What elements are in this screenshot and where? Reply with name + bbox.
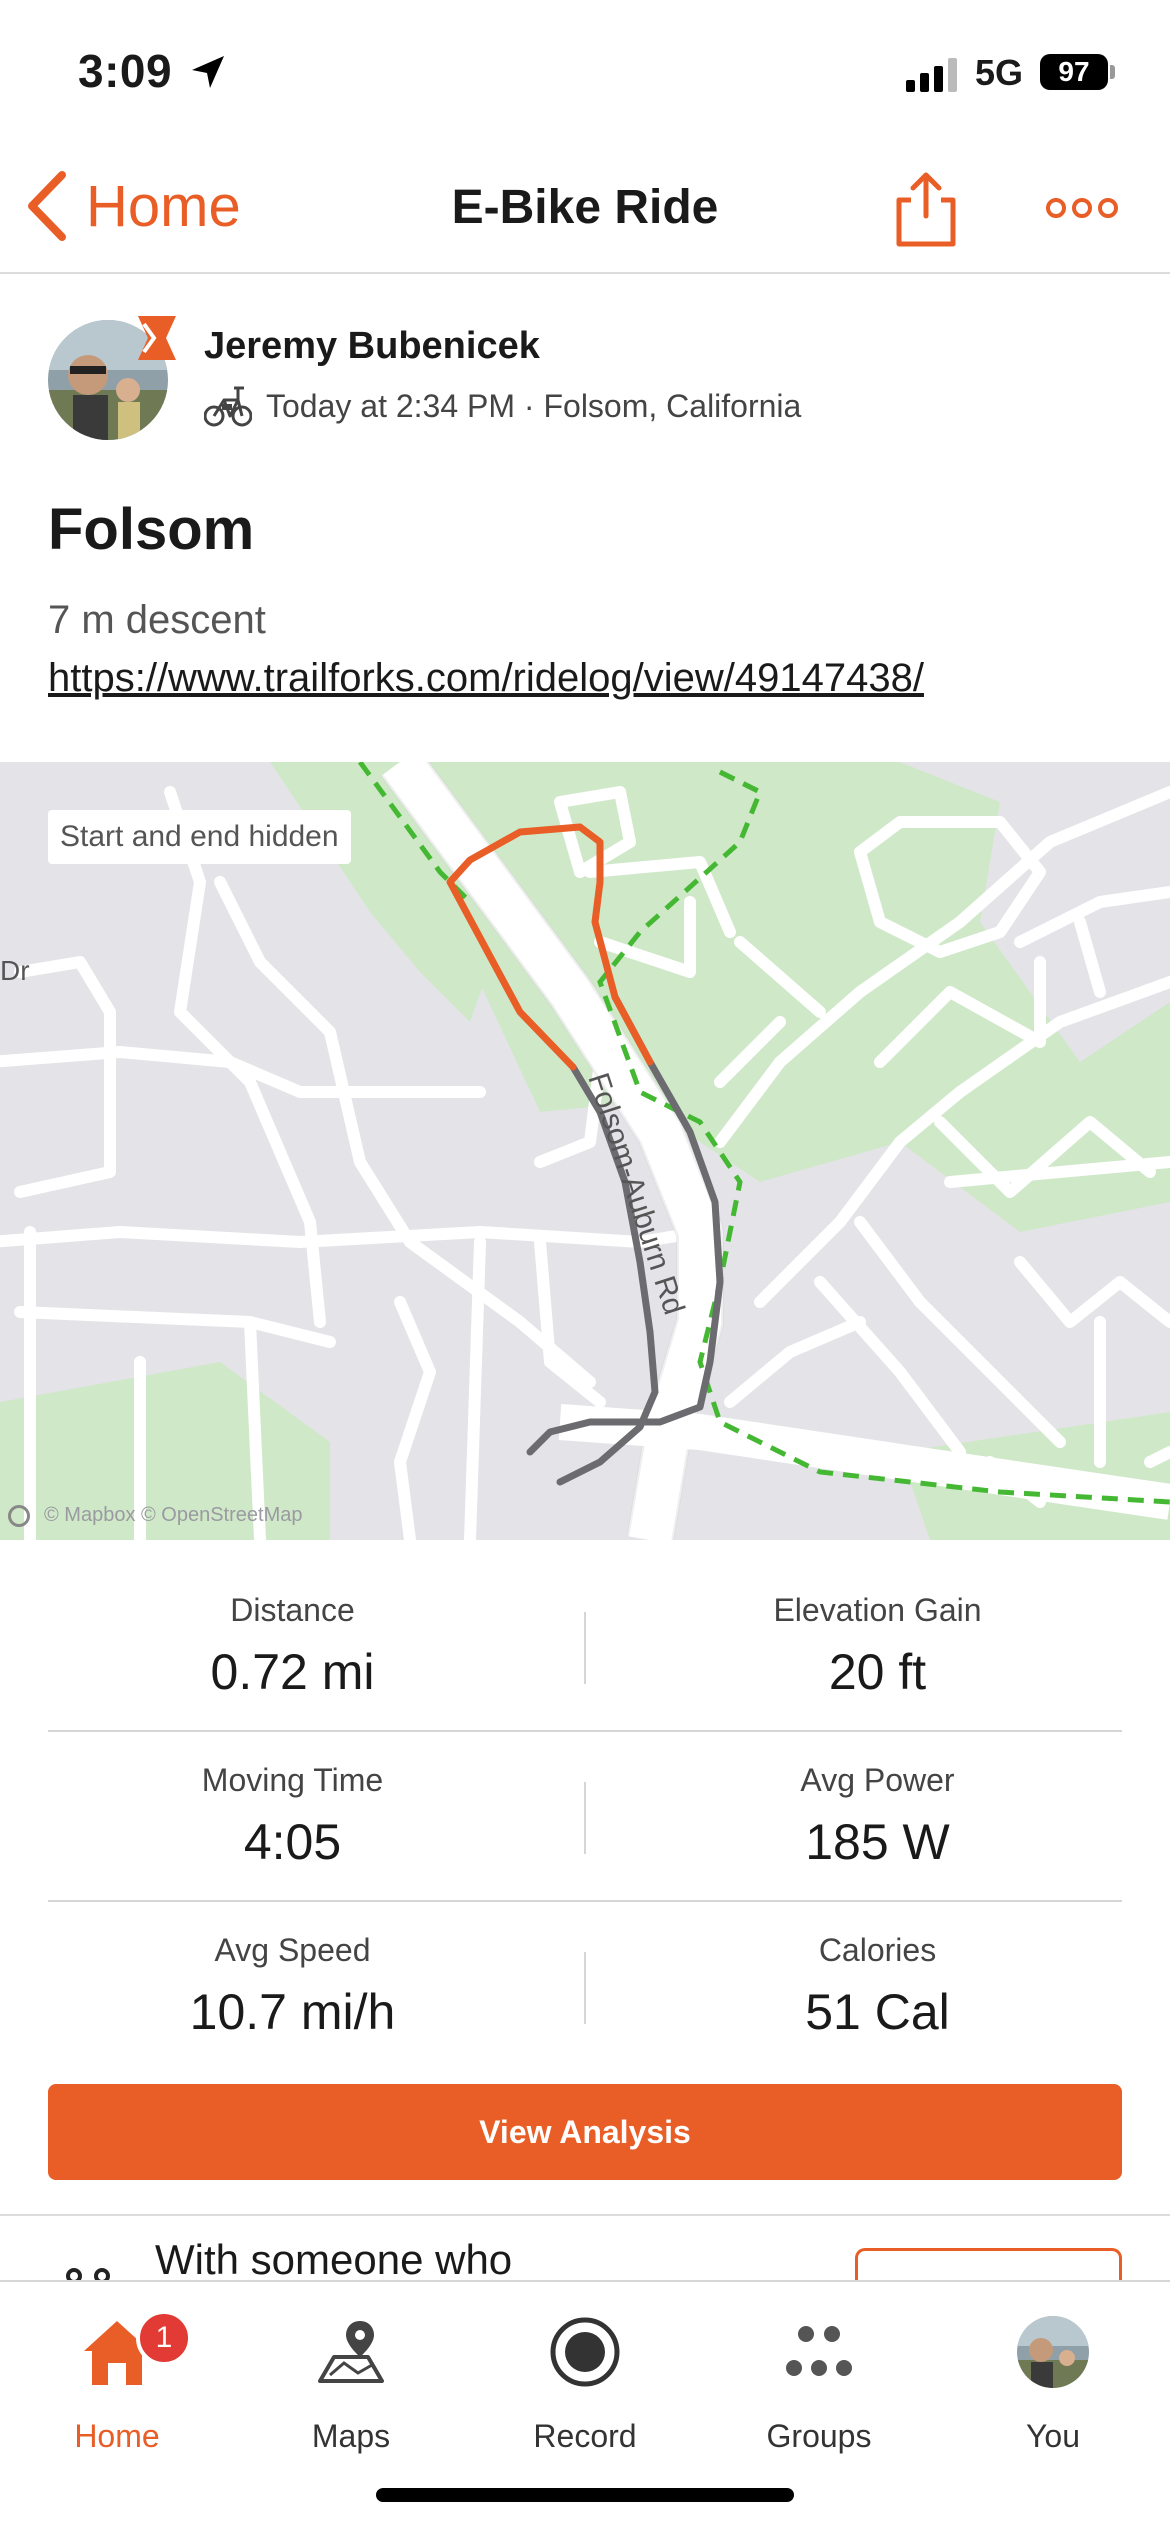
- view-analysis-button[interactable]: View Analysis: [48, 2084, 1122, 2180]
- subscriber-badge-icon: [138, 316, 176, 360]
- share-icon[interactable]: [893, 170, 959, 248]
- battery-level: 97: [1058, 56, 1090, 87]
- activity-description: 7 m descent: [48, 598, 266, 642]
- home-indicator[interactable]: [376, 2488, 794, 2502]
- stat-value: 51 Cal: [805, 1984, 950, 2040]
- stat-calories: Calories 51 Cal: [585, 1932, 1170, 2041]
- stat-row-divider: [48, 1730, 1122, 1732]
- battery-nub: [1110, 65, 1115, 79]
- signal-icon: [906, 58, 957, 92]
- stat-elevation-gain: Elevation Gain 20 ft: [585, 1592, 1170, 1701]
- stat-distance: Distance 0.72 mi: [0, 1592, 585, 1701]
- section-divider: [0, 2214, 1170, 2216]
- tab-record[interactable]: Record: [468, 2302, 702, 2455]
- stat-value: 20 ft: [828, 1644, 927, 1700]
- stat-label: Distance: [230, 1592, 355, 1628]
- tab-you[interactable]: You: [936, 2302, 1170, 2455]
- stat-label: Calories: [818, 1932, 937, 1968]
- maps-icon: [318, 2321, 384, 2383]
- stat-value: 185 W: [805, 1814, 950, 1870]
- tab-maps[interactable]: Maps: [234, 2302, 468, 2455]
- map-attribution[interactable]: © Mapbox © OpenStreetMap: [8, 1504, 303, 1527]
- stat-label: Avg Speed: [214, 1932, 371, 1968]
- tab-label: Groups: [766, 2418, 872, 2454]
- record-icon: [550, 2317, 620, 2387]
- profile-avatar: [1017, 2316, 1089, 2388]
- tab-label: You: [1026, 2418, 1080, 2454]
- stat-label: Elevation Gain: [773, 1592, 982, 1628]
- trailforks-link[interactable]: https://www.trailforks.com/ridelog/view/…: [48, 656, 924, 701]
- battery-icon: 97: [1040, 54, 1108, 90]
- more-options-icon[interactable]: [1046, 196, 1118, 220]
- groups-icon: [786, 2326, 852, 2376]
- stat-avg-speed: Avg Speed 10.7 mi/h: [0, 1932, 585, 2041]
- stat-label: Avg Power: [800, 1762, 955, 1798]
- tab-label: Maps: [311, 2418, 391, 2454]
- attribution-text: © Mapbox © OpenStreetMap: [44, 1504, 303, 1526]
- location-arrow-icon: [192, 56, 224, 88]
- stat-label: Moving Time: [201, 1762, 384, 1798]
- activity-meta: Today at 2:34 PM · Folsom, California: [204, 384, 801, 428]
- status-bar: 3:09 5G 97: [0, 0, 1170, 150]
- ebike-icon: [204, 386, 252, 427]
- stat-value: 4:05: [243, 1814, 342, 1870]
- tab-label: Record: [533, 2418, 637, 2454]
- stat-moving-time: Moving Time 4:05: [0, 1762, 585, 1871]
- status-time: 3:09: [78, 45, 173, 97]
- activity-meta-text: Today at 2:34 PM · Folsom, California: [266, 387, 802, 424]
- tab-label: Home: [74, 2418, 160, 2454]
- tab-groups[interactable]: Groups: [702, 2302, 936, 2455]
- tab-home[interactable]: 1 Home: [0, 2302, 234, 2455]
- stat-value: 0.72 mi: [210, 1644, 375, 1700]
- privacy-chip: Start and end hidden: [48, 810, 351, 864]
- stat-row-divider: [48, 1900, 1122, 1902]
- map-canvas: Folsom-Auburn Rd Dr: [0, 762, 1170, 1540]
- partner-prompt-text: With someone who: [155, 2236, 513, 2283]
- network-type: 5G: [975, 52, 1024, 93]
- stat-avg-power: Avg Power 185 W: [585, 1762, 1170, 1871]
- stat-value: 10.7 mi/h: [189, 1984, 396, 2040]
- street-label-left: Dr: [0, 955, 30, 986]
- route-map[interactable]: Folsom-Auburn Rd Dr Start and end hidden…: [0, 762, 1170, 1540]
- athlete-name[interactable]: Jeremy Bubenicek: [204, 325, 540, 368]
- notification-badge: 1: [136, 2310, 192, 2366]
- page-title: E-Bike Ride: [451, 181, 719, 234]
- mapbox-logo-icon: [8, 1504, 30, 1527]
- nav-header: Home E-Bike Ride: [0, 150, 1170, 274]
- activity-title: Folsom: [48, 497, 255, 562]
